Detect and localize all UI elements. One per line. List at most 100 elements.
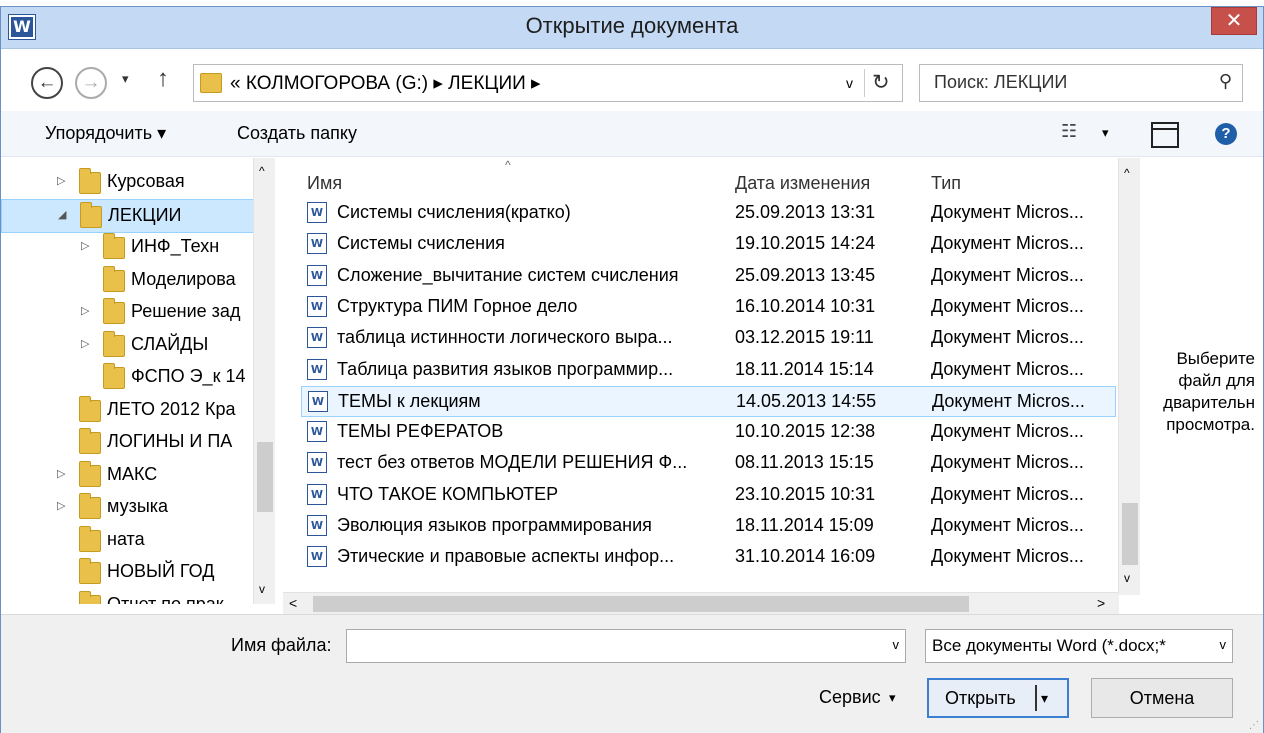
- file-row[interactable]: W Этические и правовые аспекты инфор... 31…: [301, 542, 1116, 573]
- open-options-dropdown-icon[interactable]: ▾: [1041, 690, 1048, 707]
- file-type: Документ Micros...: [931, 202, 1084, 222]
- refresh-icon[interactable]: ↻: [872, 70, 890, 95]
- filename-field[interactable]: v: [346, 629, 906, 663]
- file-type: Документ Micros...: [931, 295, 1084, 316]
- forward-button[interactable]: →: [75, 67, 107, 99]
- tree-item[interactable]: ▷ Курсовая: [1, 166, 257, 200]
- tree-item-label: МАКС: [107, 463, 158, 484]
- tree-item[interactable]: ▷ СЛАЙДЫ: [1, 329, 257, 363]
- word-document-icon: W: [307, 515, 327, 536]
- open-button-label[interactable]: Открыть: [945, 688, 1016, 709]
- file-type: Документ Micros...: [931, 452, 1084, 473]
- scroll-left-icon[interactable]: <: [289, 595, 297, 611]
- file-row[interactable]: W ТЕМЫ РЕФЕРАТОВ 10.10.2015 12:38 Документ …: [301, 417, 1116, 448]
- file-row[interactable]: W Сложение_вычитание систем счисления 25.0…: [301, 261, 1116, 292]
- up-one-level-button[interactable]: ↑: [157, 65, 169, 93]
- tree-item[interactable]: Моделирова: [1, 264, 257, 298]
- breadcrumb-path[interactable]: « КОЛМОГОРОВА (G:) ▸ ЛЕКЦИИ ▸: [230, 72, 541, 95]
- address-history-dropdown[interactable]: v: [846, 75, 853, 91]
- column-header-date[interactable]: Дата изменения: [735, 173, 870, 194]
- filter-dropdown-icon[interactable]: v: [1220, 637, 1227, 652]
- back-button[interactable]: ←: [31, 67, 63, 99]
- folder-icon: [79, 590, 101, 604]
- expand-arrow-icon[interactable]: ▷: [57, 174, 65, 187]
- tree-item[interactable]: ната: [1, 524, 257, 558]
- column-header-name[interactable]: Имя: [307, 173, 342, 194]
- tree-item-label: ИНФ_Техн: [131, 236, 220, 256]
- preview-pane-toggle-icon[interactable]: [1151, 122, 1179, 148]
- open-document-dialog: W Открытие документа ✕ ← → ▾ ↑ « КОЛМОГО…: [0, 6, 1264, 733]
- file-row[interactable]: W Структура ПИМ Горное дело 16.10.2014 10:…: [301, 292, 1116, 323]
- collapse-arrow-icon[interactable]: ◢: [58, 208, 66, 221]
- tree-item[interactable]: ▷ ИНФ_Техн: [1, 231, 257, 265]
- filename-dropdown-icon[interactable]: v: [893, 637, 900, 652]
- navigation-pane: ▷ Курсовая ◢ ЛЕКЦИИ ▷ ИНФ_Техн Моделирова ▷ Реше…: [1, 158, 275, 604]
- search-box[interactable]: Поиск: ЛЕКЦИИ ⚲: [919, 64, 1243, 102]
- expand-arrow-icon[interactable]: ▷: [57, 467, 65, 480]
- scroll-down-icon[interactable]: v: [259, 582, 265, 596]
- search-placeholder[interactable]: Поиск: ЛЕКЦИИ: [934, 72, 1067, 93]
- file-date: 25.09.2013 13:31: [735, 202, 876, 222]
- open-button[interactable]: Открыть ▾: [927, 678, 1069, 718]
- expand-arrow-icon[interactable]: ▷: [81, 304, 89, 317]
- scroll-up-icon[interactable]: ^: [1124, 166, 1130, 180]
- new-folder-button[interactable]: Создать папку: [237, 123, 357, 144]
- help-icon[interactable]: ?: [1215, 123, 1237, 145]
- file-row[interactable]: W Системы счисления(кратко) 25.09.2013 13:…: [301, 198, 1116, 229]
- tree-item[interactable]: Отчет по прак: [1, 589, 257, 604]
- file-type-filter-select[interactable]: Все документы Word (*.docx;* v: [925, 629, 1233, 663]
- file-name: тест без ответов МОДЕЛИ РЕШЕНИЯ Ф...: [337, 452, 688, 473]
- tools-dropdown-icon[interactable]: ▾: [889, 690, 896, 706]
- file-row[interactable]: W Эволюция языков программирования 18.11.2…: [301, 511, 1116, 542]
- tools-menu-button[interactable]: Сервис: [819, 687, 881, 708]
- file-row[interactable]: Wтест без ответов МОДЕЛИ РЕШЕНИЯ Ф... 08.…: [301, 448, 1116, 479]
- organize-menu-button[interactable]: Упорядочить ▾: [45, 123, 166, 144]
- folder-icon: [79, 525, 101, 552]
- file-row[interactable]: Wтаблица истинности логического выра... 0…: [301, 323, 1116, 354]
- expand-arrow-icon[interactable]: ▷: [81, 239, 89, 252]
- resize-grip-icon[interactable]: ⋰: [1249, 720, 1259, 731]
- folder-icon: [103, 298, 125, 324]
- file-row[interactable]: W ЧТО ТАКОЕ КОМПЬЮТЕР 23.10.2015 10:31 Доку…: [301, 480, 1116, 511]
- scroll-up-icon[interactable]: ^: [259, 164, 265, 178]
- column-header-type[interactable]: Тип: [931, 173, 961, 194]
- search-icon[interactable]: ⚲: [1219, 71, 1232, 92]
- folder-icon: [79, 493, 101, 519]
- tree-item[interactable]: ◢ ЛЕКЦИИ: [1, 198, 257, 233]
- expand-arrow-icon[interactable]: ▷: [57, 499, 65, 512]
- scroll-right-icon[interactable]: >: [1097, 595, 1105, 611]
- scroll-thumb[interactable]: [257, 442, 273, 512]
- tree-item[interactable]: НОВЫЙ ГОД: [1, 556, 257, 590]
- recent-locations-dropdown[interactable]: ▾: [122, 71, 129, 87]
- view-options-dropdown[interactable]: ▾: [1102, 125, 1109, 141]
- file-list-horizontal-scrollbar[interactable]: < >: [283, 592, 1119, 614]
- file-date: 14.05.2013 14:55: [736, 390, 877, 411]
- scroll-thumb[interactable]: [1122, 503, 1138, 565]
- folder-icon: [103, 330, 125, 357]
- close-button[interactable]: ✕: [1211, 7, 1257, 35]
- navigation-scrollbar[interactable]: ^ v: [253, 158, 275, 604]
- tree-item[interactable]: ФСПО Э_к 14: [1, 361, 257, 395]
- file-name: Системы счисления: [337, 233, 505, 254]
- tree-item[interactable]: ▷ МАКС: [1, 459, 257, 493]
- expand-arrow-icon[interactable]: ▷: [81, 337, 89, 350]
- file-row[interactable]: W Системы счисления 19.10.2015 14:24 Докуме…: [301, 229, 1116, 260]
- view-options-icon[interactable]: ☷: [1061, 121, 1077, 142]
- file-type: Документ Micros...: [931, 358, 1084, 379]
- scroll-thumb[interactable]: [313, 596, 969, 612]
- file-type-filter-value[interactable]: Все документы Word (*.docx;*: [932, 636, 1166, 656]
- tree-item[interactable]: ЛЕТО 2012 Кра: [1, 394, 257, 428]
- address-bar[interactable]: « КОЛМОГОРОВА (G:) ▸ ЛЕКЦИИ ▸ v ↻: [193, 64, 903, 102]
- tree-item[interactable]: ▷ музыка: [1, 491, 257, 525]
- file-row[interactable]: W ТЕМЫ к лекциям 14.05.2013 14:55 Документ …: [301, 385, 1116, 417]
- file-date: 18.11.2014 15:14: [735, 358, 874, 379]
- file-name: ЧТО ТАКОЕ КОМПЬЮТЕР: [337, 483, 559, 504]
- tree-item[interactable]: ЛОГИНЫ И ПА: [1, 426, 257, 460]
- tree-item[interactable]: ▷ Решение зад: [1, 296, 257, 330]
- scroll-down-icon[interactable]: v: [1124, 571, 1130, 585]
- file-name: Этические и правовые аспекты инфор...: [337, 546, 675, 567]
- folder-icon: [79, 168, 101, 194]
- file-name: Системы счисления(кратко): [337, 202, 571, 222]
- file-row[interactable]: W Таблица развития языков программир... 18…: [301, 355, 1116, 386]
- cancel-button[interactable]: Отмена: [1091, 678, 1233, 718]
